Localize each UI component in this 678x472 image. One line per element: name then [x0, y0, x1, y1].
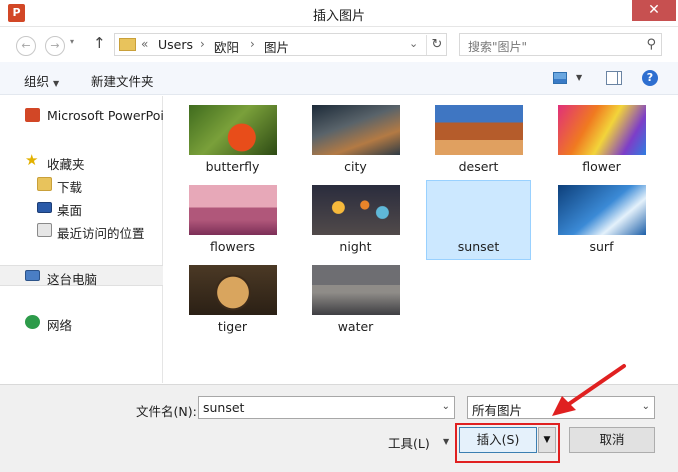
nav-item-label: 下载 [57, 180, 83, 195]
organize-label: 组织 [24, 74, 50, 89]
nav-item-recent-places[interactable]: 最近访问的位置 [0, 220, 163, 241]
powerpoint-icon [25, 108, 40, 122]
nav-item-label: 收藏夹 [47, 157, 85, 172]
breadcrumb-item-pictures[interactable]: 图片 [264, 37, 289, 56]
address-bar: ← → ▾ ↑ « Users › 欧阳 › 图片 ⌄ ↻ 搜索"图片" ⚲ [0, 28, 678, 62]
nav-item-downloads[interactable]: 下载 [0, 174, 163, 195]
filename-input[interactable]: sunset ⌄ [198, 396, 455, 419]
annotation-highlight-box [455, 423, 560, 463]
file-name: butterfly [205, 159, 260, 174]
file-name: water [337, 319, 374, 334]
filetype-value: 所有图片 [472, 403, 523, 418]
file-list: butterfly city desert flower flowers nig… [164, 96, 678, 383]
nav-item-favorites[interactable]: ★ 收藏夹 [0, 151, 163, 172]
file-name: city [344, 159, 367, 174]
breadcrumb-item-ouyang[interactable]: 欧阳 [214, 37, 239, 56]
file-tile-butterfly[interactable]: butterfly [184, 102, 281, 180]
thumbnail-water [312, 265, 400, 315]
refresh-icon[interactable]: ↻ [426, 35, 447, 55]
new-folder-button[interactable]: 新建文件夹 [91, 71, 154, 90]
nav-item-label: 最近访问的位置 [57, 226, 145, 241]
file-tile-flower[interactable]: flower [553, 102, 650, 180]
navigation-pane: Microsoft PowerPoi ★ 收藏夹 下载 桌面 最近访问的位置 这… [0, 96, 163, 383]
file-tile-tiger[interactable]: tiger [184, 262, 281, 340]
cancel-button[interactable]: 取消 [569, 427, 655, 453]
search-icon[interactable]: ⚲ [646, 37, 656, 52]
file-tile-city[interactable]: city [307, 102, 404, 180]
thumbnail-surf [558, 185, 646, 235]
close-button[interactable]: ✕ [632, 0, 676, 21]
favorites-star-icon: ★ [25, 151, 39, 169]
file-name: desert [458, 159, 499, 174]
thumbnail-sunset [435, 185, 523, 235]
nav-item-network[interactable]: 网络 [0, 312, 163, 333]
file-name: night [339, 239, 372, 254]
title-bar: P 插入图片 ✕ [0, 0, 678, 27]
thumbnail-butterfly [189, 105, 277, 155]
chevron-down-icon: ▼ [53, 79, 60, 88]
thumbnail-night [312, 185, 400, 235]
command-bar: 组织 ▼ 新建文件夹 ▼ ? [0, 62, 678, 95]
forward-arrow-icon: → [50, 39, 60, 52]
chevron-down-icon: ⌄ [641, 401, 650, 412]
search-input[interactable]: 搜索"图片" ⚲ [459, 33, 662, 56]
filename-value: sunset [203, 400, 245, 415]
recent-locations-dropdown[interactable]: ▾ [70, 37, 74, 46]
folder-icon [119, 38, 136, 51]
chevron-down-icon[interactable]: ▼ [443, 437, 449, 446]
file-name: surf [589, 239, 614, 254]
organize-menu[interactable]: 组织 ▼ [24, 71, 59, 90]
thumbnail-flower [558, 105, 646, 155]
thumbnail-desert [435, 105, 523, 155]
file-tile-night[interactable]: night [307, 182, 404, 260]
thumbnail-flowers [189, 185, 277, 235]
breadcrumb-item-users[interactable]: Users [158, 37, 193, 52]
nav-item-desktop[interactable]: 桌面 [0, 197, 163, 218]
desktop-icon [37, 202, 52, 213]
nav-item-powerpoint[interactable]: Microsoft PowerPoi [0, 105, 163, 126]
back-button[interactable]: ← [16, 36, 36, 56]
help-icon[interactable]: ? [642, 70, 658, 86]
file-tile-surf[interactable]: surf [553, 182, 650, 260]
file-tile-water[interactable]: water [307, 262, 404, 340]
chevron-down-icon[interactable]: ⌄ [442, 401, 450, 412]
file-tile-flowers[interactable]: flowers [184, 182, 281, 260]
path-breadcrumb[interactable]: « Users › 欧阳 › 图片 ⌄ ↻ [114, 33, 447, 56]
file-tile-sunset[interactable]: sunset [426, 180, 531, 260]
path-overflow[interactable]: « [141, 37, 148, 51]
network-icon [25, 315, 40, 329]
back-arrow-icon: ← [21, 39, 31, 52]
nav-item-label: 网络 [47, 318, 73, 333]
window-title: 插入图片 [312, 9, 365, 24]
tools-menu[interactable]: 工具(L) [388, 433, 430, 452]
nav-item-label: 这台电脑 [47, 272, 98, 287]
preview-pane-icon[interactable] [606, 71, 622, 85]
nav-item-label: 桌面 [57, 203, 83, 218]
recent-places-icon [37, 223, 52, 237]
forward-button[interactable]: → [45, 36, 65, 56]
downloads-folder-icon [37, 177, 52, 191]
file-name: flowers [209, 239, 256, 254]
filename-label: 文件名(N): [136, 404, 197, 419]
breadcrumb-separator[interactable]: › [250, 37, 255, 51]
nav-item-label: Microsoft PowerPoi [47, 108, 163, 123]
change-view-icon[interactable] [553, 72, 567, 84]
file-name: sunset [457, 239, 500, 254]
up-button[interactable]: ↑ [93, 34, 106, 52]
file-name: flower [582, 159, 621, 174]
breadcrumb-separator[interactable]: › [200, 37, 205, 51]
thumbnail-tiger [189, 265, 277, 315]
annotation-arrow [552, 364, 626, 416]
search-placeholder: 搜索"图片" [468, 40, 528, 54]
file-tile-desert[interactable]: desert [430, 102, 527, 180]
thumbnail-city [312, 105, 400, 155]
file-name: tiger [217, 319, 248, 334]
this-pc-icon [25, 270, 40, 281]
path-dropdown-icon[interactable]: ⌄ [409, 37, 418, 50]
nav-item-this-pc[interactable]: 这台电脑 [0, 265, 163, 287]
view-options-dropdown[interactable]: ▼ [576, 73, 582, 82]
